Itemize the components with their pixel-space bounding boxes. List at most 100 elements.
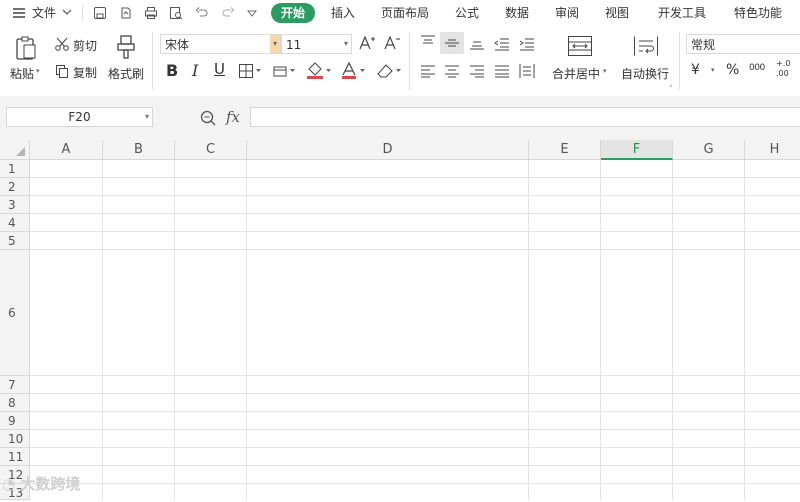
undo-icon[interactable]	[194, 5, 210, 21]
paste-label[interactable]: 粘贴	[10, 65, 34, 82]
chevron-down-icon[interactable]: ▾	[603, 67, 607, 75]
font-color-icon[interactable]	[340, 61, 368, 84]
chevron-down-icon[interactable]: ▾	[270, 35, 280, 53]
font-size-select[interactable]: 11 ▾	[281, 34, 352, 54]
chevron-down-icon[interactable]: ▾	[341, 35, 351, 53]
tab-insert[interactable]: 插入	[331, 0, 355, 26]
distributed-align-icon[interactable]	[519, 63, 535, 82]
paste-dropdown-icon[interactable]: ▾	[36, 67, 40, 75]
grid-line	[30, 393, 800, 394]
grid-line	[30, 177, 800, 178]
eraser-icon[interactable]	[375, 62, 403, 83]
menu-icon[interactable]	[11, 5, 27, 21]
merge-center-button[interactable]: 合并居中	[552, 65, 600, 82]
align-middle-icon[interactable]	[444, 37, 460, 54]
align-left-icon[interactable]	[420, 64, 436, 81]
column-header-f[interactable]: F	[601, 140, 673, 160]
export-icon[interactable]	[118, 5, 134, 21]
redo-icon[interactable]	[220, 5, 236, 21]
menu-bar: 文件 开始 插入 页面布局 公式 数据 审阅 视图 开发工具 特色功能	[0, 0, 800, 26]
wrap-text-icon[interactable]	[633, 35, 659, 60]
row-header-1[interactable]: 1	[0, 160, 30, 178]
dialog-launcher-icon[interactable]: ⌟	[669, 79, 673, 88]
grid-line	[30, 195, 800, 196]
merge-center-icon[interactable]	[567, 35, 593, 60]
number-format-select[interactable]: 常规	[686, 34, 800, 54]
select-all-corner[interactable]	[0, 140, 30, 160]
file-menu[interactable]: 文件	[32, 0, 56, 26]
increase-decimal-button[interactable]: +.0	[776, 59, 790, 69]
row-header-4[interactable]: 4	[0, 214, 30, 232]
tab-data[interactable]: 数据	[505, 0, 529, 26]
name-box[interactable]: F20 ▾	[6, 107, 153, 127]
row-header-8[interactable]: 8	[0, 394, 30, 412]
paste-icon[interactable]	[14, 35, 38, 64]
row-header-5[interactable]: 5	[0, 232, 30, 250]
tab-page-layout[interactable]: 页面布局	[381, 0, 429, 26]
format-painter-button[interactable]: 格式刷	[108, 65, 144, 82]
column-header-b[interactable]: B	[103, 140, 175, 160]
bold-button[interactable]: B	[166, 61, 178, 80]
align-top-icon[interactable]	[420, 35, 436, 52]
row-header-11[interactable]: 11	[0, 448, 30, 466]
fill-color-icon[interactable]	[305, 61, 333, 84]
quick-access-dropdown-icon[interactable]	[246, 7, 262, 23]
increase-indent-icon[interactable]	[519, 37, 535, 54]
copy-button[interactable]: 复制	[73, 64, 97, 81]
copy-icon[interactable]	[54, 63, 70, 82]
row-header-6[interactable]: 6	[0, 250, 30, 376]
spreadsheet-grid[interactable]: A B C D E F G H 1 2 3 4 5 6 7 8 9 10 11 …	[0, 140, 800, 500]
justify-icon[interactable]	[494, 64, 510, 81]
wrap-text-button[interactable]: 自动换行	[621, 65, 669, 82]
row-header-9[interactable]: 9	[0, 412, 30, 430]
grid-line	[30, 447, 800, 448]
italic-button[interactable]: I	[192, 61, 198, 80]
thousands-separator-button[interactable]: 000	[749, 63, 765, 73]
insert-function-button[interactable]: fx	[226, 108, 240, 126]
tab-review[interactable]: 审阅	[555, 0, 579, 26]
save-icon[interactable]	[92, 5, 108, 21]
chevron-down-icon[interactable]	[61, 6, 77, 22]
underline-button[interactable]: U	[214, 60, 225, 78]
font-name-select[interactable]: 宋体 ▾	[160, 34, 281, 54]
currency-button[interactable]: ¥	[691, 62, 700, 78]
decrease-font-size-icon[interactable]	[383, 34, 401, 55]
tab-special-features[interactable]: 特色功能	[734, 0, 782, 26]
zoom-search-icon[interactable]	[199, 109, 217, 130]
row-header-2[interactable]: 2	[0, 178, 30, 196]
fill-style-icon[interactable]	[272, 63, 296, 82]
tab-home[interactable]: 开始	[271, 3, 315, 23]
column-header-c[interactable]: C	[175, 140, 247, 160]
percent-button[interactable]: %	[726, 62, 739, 78]
formula-input[interactable]	[250, 107, 800, 127]
decrease-decimal-button[interactable]: .00	[776, 69, 789, 79]
column-header-g[interactable]: G	[673, 140, 745, 160]
tab-view[interactable]: 视图	[605, 0, 629, 26]
tab-formulas[interactable]: 公式	[455, 0, 479, 26]
column-header-h[interactable]: H	[745, 140, 800, 160]
print-preview-icon[interactable]	[168, 5, 184, 21]
cut-button[interactable]: 剪切	[73, 37, 97, 54]
borders-icon[interactable]	[238, 63, 262, 82]
chevron-down-icon[interactable]: ▾	[711, 66, 715, 74]
row-header-7[interactable]: 7	[0, 376, 30, 394]
scissors-icon[interactable]	[54, 36, 70, 55]
grid-line	[30, 231, 800, 232]
row-header-10[interactable]: 10	[0, 430, 30, 448]
align-center-icon[interactable]	[444, 64, 460, 81]
tab-developer[interactable]: 开发工具	[658, 0, 706, 26]
column-header-e[interactable]: E	[529, 140, 601, 160]
ribbon: 粘贴 ▾ 剪切 复制 格式刷 宋体 ▾ 11 ▾ B I U 合并居中 ▾ 自动…	[0, 26, 800, 96]
align-bottom-icon[interactable]	[469, 37, 485, 54]
format-painter-icon[interactable]	[115, 34, 137, 63]
grid-line	[744, 160, 745, 500]
chevron-down-icon[interactable]: ▾	[145, 108, 149, 126]
divider	[409, 32, 410, 90]
increase-font-size-icon[interactable]	[358, 34, 376, 55]
column-header-a[interactable]: A	[30, 140, 103, 160]
print-icon[interactable]	[143, 5, 159, 21]
decrease-indent-icon[interactable]	[494, 37, 510, 54]
row-header-3[interactable]: 3	[0, 196, 30, 214]
column-header-d[interactable]: D	[247, 140, 529, 160]
align-right-icon[interactable]	[469, 64, 485, 81]
